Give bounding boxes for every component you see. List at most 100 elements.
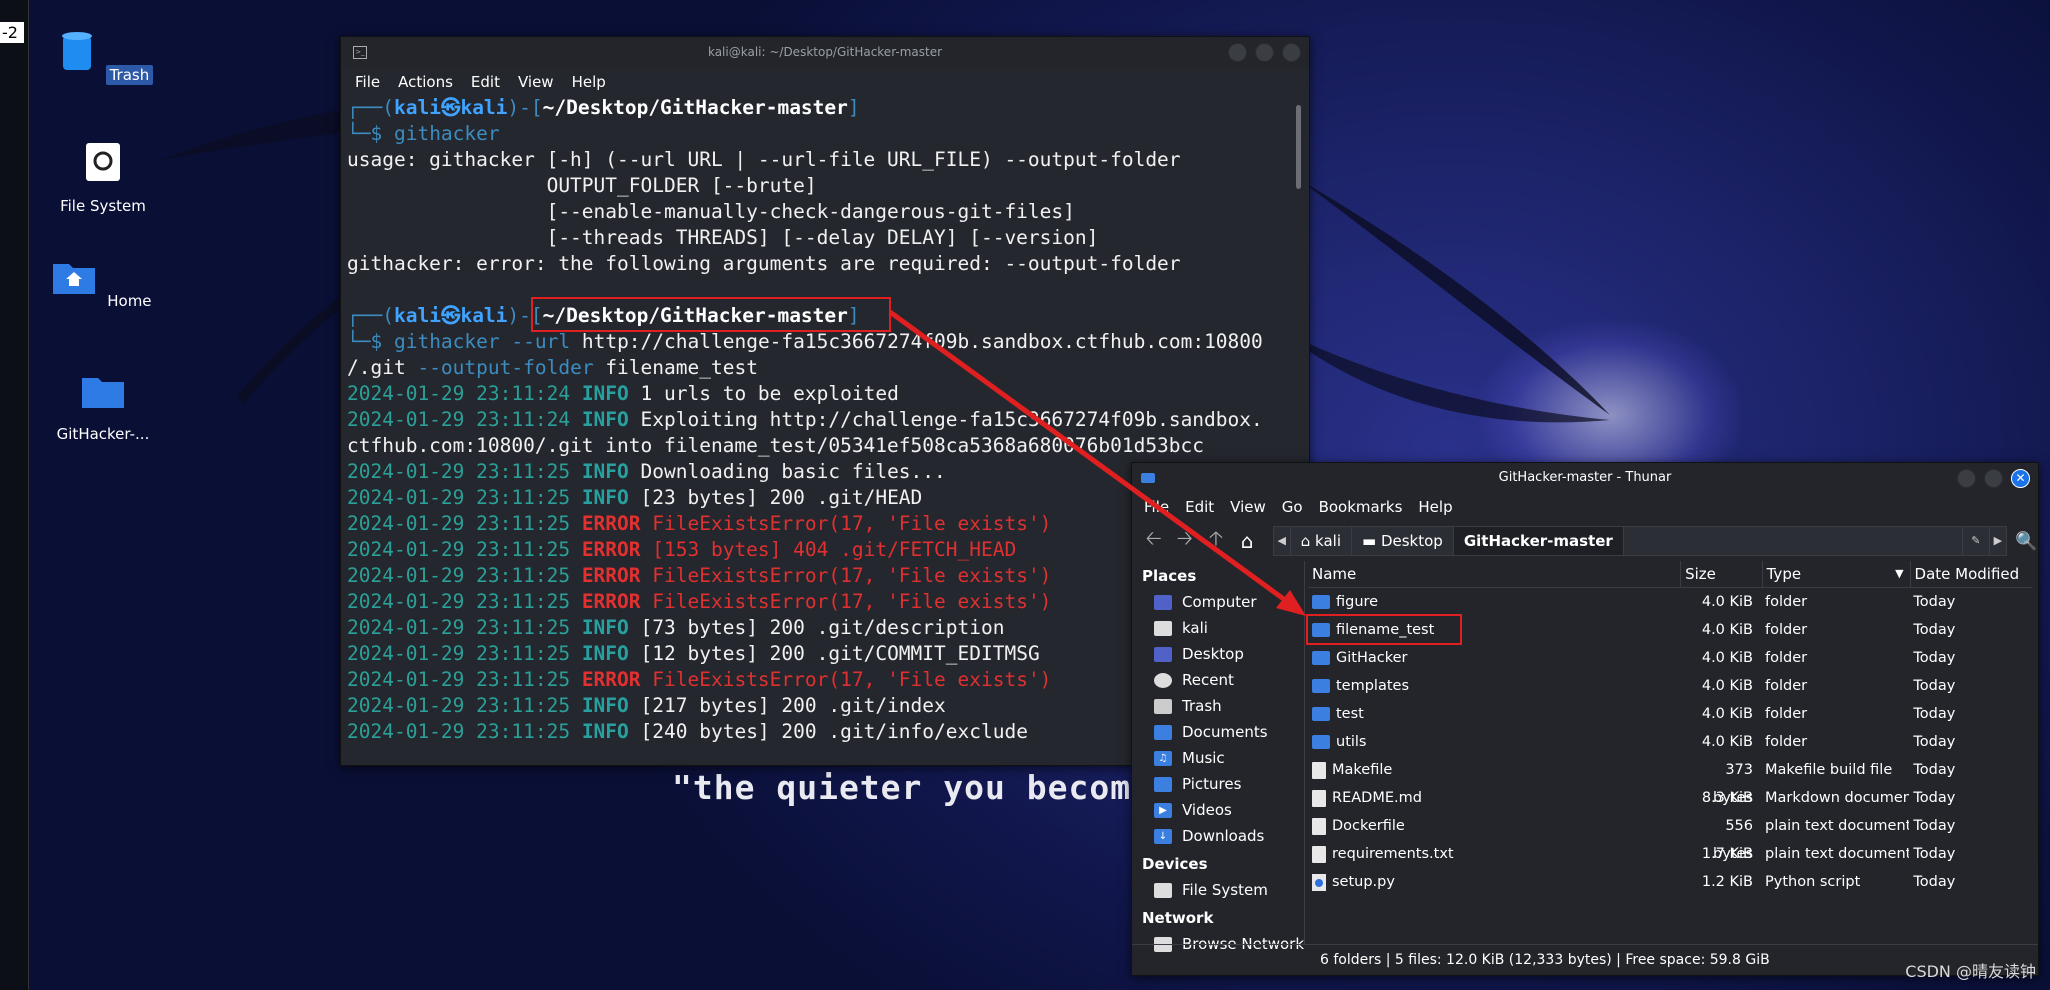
file-name-cell: requirements.txt — [1308, 840, 1684, 868]
edit-location-pencil-icon[interactable]: ✎ — [1961, 527, 1989, 555]
file-row[interactable]: utils 4.0 KiB folder Today — [1308, 728, 2032, 756]
log-line: 2024-01-29 23:11:25 INFO [12 bytes] 200 … — [347, 642, 1040, 665]
sidebar-item-desktop[interactable]: Desktop — [1132, 641, 1304, 667]
search-icon[interactable]: 🔍 — [2015, 531, 2038, 552]
column-date-modified[interactable]: Date Modified — [1911, 561, 2032, 587]
sidebar-item-computer[interactable]: Computer — [1132, 589, 1304, 615]
column-size[interactable]: Size — [1681, 561, 1763, 587]
thunar-titlebar[interactable]: GitHacker-master - Thunar ✕ — [1132, 463, 2038, 493]
home-icon[interactable]: ⌂ — [1236, 529, 1259, 553]
file-row[interactable]: filename_test 4.0 KiB folder Today — [1308, 616, 2032, 644]
thunar-menu-help[interactable]: Help — [1418, 498, 1452, 516]
log-message: [217 bytes] 200 .git/index — [640, 694, 946, 717]
thunar-close-button[interactable]: ✕ — [2011, 469, 2030, 488]
command-2-name: githacker — [393, 330, 500, 353]
log-message: FileExistsError(17, 'File exists') — [652, 512, 1052, 535]
thunar-menu-bookmarks[interactable]: Bookmarks — [1319, 498, 1403, 516]
file-row[interactable]: setup.py 1.2 KiB Python script Today — [1308, 868, 2032, 896]
file-row[interactable]: test 4.0 KiB folder Today — [1308, 700, 2032, 728]
sidebar: Places Computer kali Desktop Recent Tras… — [1132, 561, 1305, 953]
file-name-cell: templates — [1308, 672, 1684, 700]
log-line: 2024-01-29 23:11:25 INFO Downloading bas… — [347, 460, 946, 483]
log-line: 2024-01-29 23:11:25 INFO [217 bytes] 200… — [347, 694, 946, 717]
terminal-scrollbar[interactable] — [1296, 105, 1301, 189]
back-arrow-icon[interactable]: 🡠 — [1142, 524, 1165, 558]
log-message: FileExistsError(17, 'File exists') — [652, 668, 1052, 691]
sidebar-item-videos[interactable]: ▶ Videos — [1132, 797, 1304, 823]
column-name[interactable]: Name — [1308, 561, 1682, 587]
log-level: INFO — [581, 382, 629, 405]
menu-help[interactable]: Help — [572, 73, 606, 91]
sidebar-item-music[interactable]: ♫ Music — [1132, 745, 1304, 771]
file-type: plain text document — [1765, 818, 1910, 834]
thunar-menu-go[interactable]: Go — [1282, 498, 1303, 516]
file-type: plain text document — [1765, 846, 1910, 862]
log-message: 1 urls to be exploited — [640, 382, 899, 405]
watermark: CSDN @晴友读钟 — [1905, 962, 2036, 981]
thunar-window[interactable]: GitHacker-master - Thunar ✕ File Edit Vi… — [1131, 462, 2039, 976]
minimize-button[interactable] — [1228, 43, 1247, 62]
file-row[interactable]: GitHacker 4.0 KiB folder Today — [1308, 644, 2032, 672]
music-folder-icon: ♫ — [1154, 750, 1172, 766]
menu-file[interactable]: File — [355, 73, 380, 91]
file-row[interactable]: requirements.txt 1.7 KiB plain text docume… — [1308, 840, 2032, 868]
menu-edit[interactable]: Edit — [471, 73, 500, 91]
prompt-user: kali — [393, 96, 441, 119]
desktop-icon-trash[interactable]: Trash — [38, 26, 168, 85]
breadcrumb-right-arrow-icon[interactable]: ▶ — [1988, 527, 2006, 555]
thunar-menubar: File Edit View Go Bookmarks Help — [1132, 493, 2038, 521]
sidebar-item-trash[interactable]: Trash — [1132, 693, 1304, 719]
desktop-icon-home[interactable]: Home — [38, 252, 168, 311]
thunar-menu-edit[interactable]: Edit — [1185, 498, 1214, 516]
thunar-window-icon — [1141, 473, 1155, 483]
file-row[interactable]: Dockerfile 556 bytes plain text document To… — [1308, 812, 2032, 862]
file-date: Today — [1913, 678, 1956, 694]
folder-icon — [1312, 595, 1330, 609]
column-type[interactable]: Type ▼ — [1763, 561, 1911, 587]
thunar-menu-file[interactable]: File — [1144, 498, 1169, 516]
sidebar-item-downloads[interactable]: ↓ Downloads — [1132, 823, 1304, 849]
wallpaper-quote: "the quieter you become, — [672, 768, 1173, 807]
log-line: 2024-01-29 23:11:25 ERROR [153 bytes] 40… — [347, 538, 1016, 561]
terminal-icon: >_ — [353, 46, 367, 59]
breadcrumb-kali[interactable]: ⌂ kali — [1291, 527, 1352, 555]
document-icon — [1312, 817, 1326, 835]
desktop-icon-file-system[interactable]: File System — [38, 138, 168, 216]
thunar-maximize-button[interactable] — [1984, 469, 2003, 488]
file-name-cell: figure — [1308, 588, 1684, 616]
close-button[interactable] — [1282, 43, 1301, 62]
up-arrow-icon[interactable]: 🡡 — [1204, 524, 1227, 558]
file-size: 4.0 KiB — [1701, 650, 1753, 666]
file-name: requirements.txt — [1332, 846, 1454, 862]
sidebar-item-recent[interactable]: Recent — [1132, 667, 1304, 693]
sidebar-item-documents[interactable]: Documents — [1132, 719, 1304, 745]
log-timestamp: 2024-01-29 23:11:25 — [347, 642, 571, 665]
file-row[interactable]: README.md 8.3 KiB Markdown document Today — [1308, 784, 2032, 812]
folder-icon — [1312, 623, 1330, 637]
breadcrumb-githacker-master[interactable]: GitHacker-master — [1453, 527, 1624, 555]
terminal-title: kali@kali: ~/Desktop/GitHacker-master — [707, 45, 943, 59]
forward-arrow-icon[interactable]: 🡢 — [1173, 524, 1196, 558]
workspace-tag[interactable]: -2 — [0, 22, 24, 43]
sidebar-item-kali[interactable]: kali — [1132, 615, 1304, 641]
sidebar-item-file-system[interactable]: File System — [1132, 877, 1304, 903]
terminal-titlebar[interactable]: >_ kali@kali: ~/Desktop/GitHacker-master — [341, 37, 1309, 67]
command-1: githacker — [393, 122, 500, 145]
file-row[interactable]: figure 4.0 KiB folder Today — [1308, 588, 2032, 616]
thunar-minimize-button[interactable] — [1957, 469, 1976, 488]
log-timestamp: 2024-01-29 23:11:25 — [347, 616, 571, 639]
menu-view[interactable]: View — [518, 73, 554, 91]
log-message: FileExistsError(17, 'File exists') — [652, 564, 1052, 587]
python-file-icon — [1312, 873, 1326, 891]
desktop-icon-githacker[interactable]: GitHacker-... — [38, 366, 168, 444]
breadcrumb-desktop[interactable]: ▬ Desktop — [1352, 527, 1454, 555]
file-date: Today — [1913, 846, 1956, 862]
menu-actions[interactable]: Actions — [398, 73, 453, 91]
file-row[interactable]: templates 4.0 KiB folder Today — [1308, 672, 2032, 700]
file-row[interactable]: Makefile 373 bytes Makefile build file Toda… — [1308, 756, 2032, 806]
maximize-button[interactable] — [1255, 43, 1274, 62]
breadcrumb-left-arrow-icon[interactable]: ◀ — [1274, 527, 1291, 555]
log-timestamp: 2024-01-29 23:11:24 — [347, 408, 571, 431]
thunar-menu-view[interactable]: View — [1230, 498, 1266, 516]
sidebar-item-pictures[interactable]: Pictures — [1132, 771, 1304, 797]
